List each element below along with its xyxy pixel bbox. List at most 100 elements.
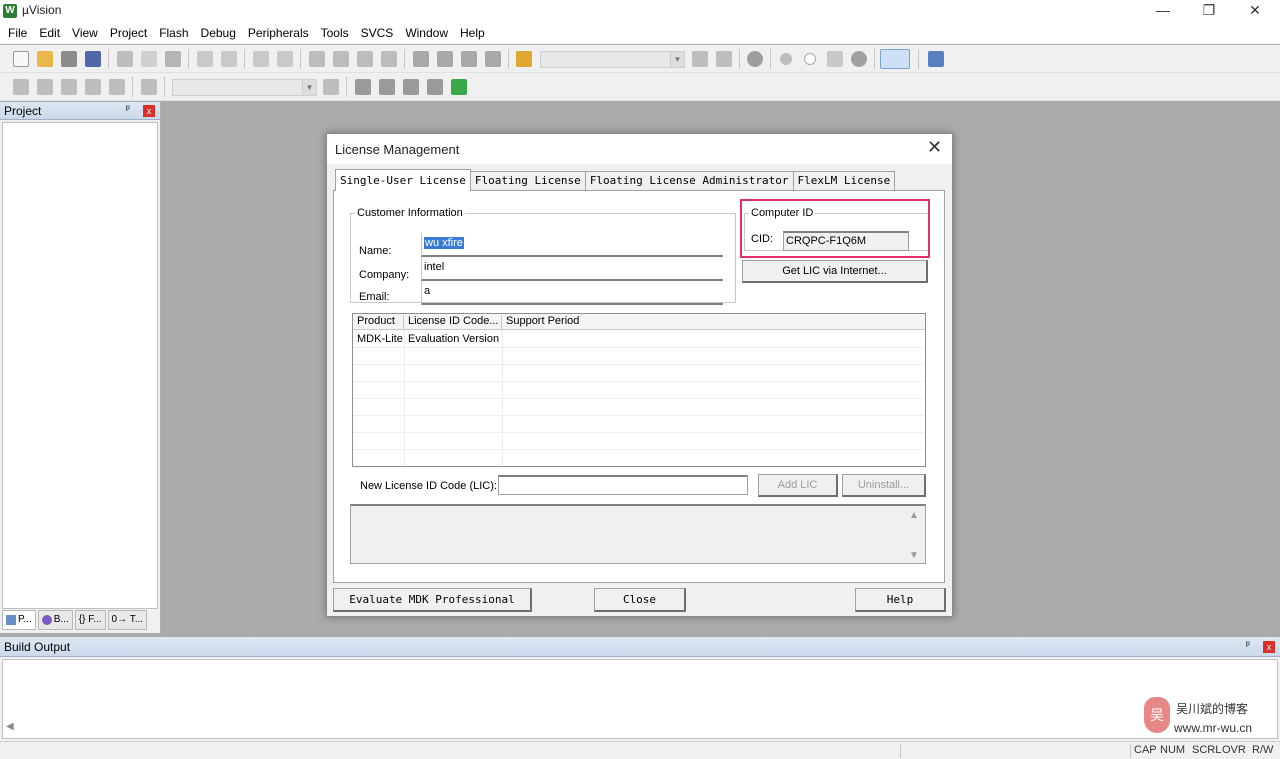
copy-icon[interactable] <box>141 51 157 67</box>
close-window-button[interactable]: ✕ <box>1232 0 1278 22</box>
incremental-find-icon[interactable] <box>716 51 732 67</box>
add-lic-button[interactable]: Add LIC <box>758 474 838 497</box>
pin-icon[interactable]: ᵖ <box>1246 640 1250 651</box>
uncomment-icon[interactable] <box>485 51 501 67</box>
tab-project[interactable]: P... <box>2 610 36 630</box>
project-panel: Project ᵖ x P... B... {} F... 0→ T... <box>0 102 161 633</box>
disable-breakpoint-icon[interactable] <box>804 53 816 65</box>
menu-file[interactable]: File <box>2 22 33 44</box>
prev-bookmark-icon[interactable] <box>333 51 349 67</box>
configure-wrench-icon[interactable] <box>928 51 944 67</box>
build-output-text[interactable] <box>2 659 1278 739</box>
manage-run-time-icon[interactable] <box>379 79 395 95</box>
translate-icon[interactable] <box>13 79 29 95</box>
target-options-icon[interactable] <box>323 79 339 95</box>
find-icon[interactable] <box>692 51 708 67</box>
navigate-back-icon[interactable] <box>253 51 269 67</box>
menu-peripherals[interactable]: Peripherals <box>242 22 315 44</box>
menu-tools[interactable]: Tools <box>315 22 355 44</box>
minimize-button[interactable]: — <box>1140 0 1186 22</box>
kill-breakpoints-icon[interactable] <box>851 51 867 67</box>
project-tree[interactable] <box>2 122 158 609</box>
tab-templates[interactable]: 0→ T... <box>107 610 148 630</box>
batch-build-icon[interactable] <box>85 79 101 95</box>
pack-installer-icon[interactable] <box>427 79 443 95</box>
indent-icon[interactable] <box>413 51 429 67</box>
cell-product: MDK-Lite <box>357 333 403 345</box>
stop-build-icon[interactable] <box>109 79 125 95</box>
tab-books[interactable]: B... <box>37 610 73 630</box>
status-bar: CAP NUM SCRL OVR R/W <box>0 741 1280 759</box>
undo-icon[interactable] <box>197 51 213 67</box>
rebuild-icon[interactable] <box>61 79 77 95</box>
column-license-id-code[interactable]: License ID Code... <box>404 315 502 330</box>
pin-icon[interactable]: ᵖ <box>126 104 130 115</box>
target-combobox[interactable]: ▼ <box>172 79 317 96</box>
dialog-title: License Management <box>335 142 460 157</box>
close-button[interactable]: Close <box>594 588 686 612</box>
project-panel-header: Project ᵖ x <box>0 102 160 120</box>
breakpoint-icon[interactable] <box>780 53 792 65</box>
find-in-files-icon[interactable] <box>516 51 532 67</box>
redo-icon[interactable] <box>221 51 237 67</box>
window-layout-dropdown-icon[interactable] <box>880 49 910 69</box>
find-combobox[interactable]: ▼ <box>540 51 685 68</box>
license-message-box[interactable]: ▲ ▼ <box>350 504 926 564</box>
toolbar-build: ▼ <box>0 73 1280 101</box>
menu-view[interactable]: View <box>66 22 104 44</box>
app-icon: W <box>3 4 17 18</box>
cut-icon[interactable] <box>117 51 133 67</box>
unindent-icon[interactable] <box>437 51 453 67</box>
evaluate-mdk-professional-button[interactable]: Evaluate MDK Professional <box>333 588 532 612</box>
menu-edit[interactable]: Edit <box>33 22 66 44</box>
navigate-forward-icon[interactable] <box>277 51 293 67</box>
get-lic-via-internet-button[interactable]: Get LIC via Internet... <box>742 260 928 283</box>
close-icon[interactable]: x <box>1263 641 1275 653</box>
company-field[interactable]: intel <box>421 257 723 281</box>
column-product[interactable]: Product <box>353 315 404 330</box>
tab-flexlm-license[interactable]: FlexLM License <box>792 171 896 190</box>
tab-floating-license[interactable]: Floating License <box>469 171 586 190</box>
tab-floating-license-admin[interactable]: Floating License Administrator <box>584 171 794 190</box>
save-all-icon[interactable] <box>85 51 101 67</box>
paste-icon[interactable] <box>165 51 181 67</box>
manage-project-icon[interactable] <box>355 79 371 95</box>
scroll-left-icon[interactable]: ◀ <box>6 721 14 732</box>
status-num: NUM <box>1160 744 1186 756</box>
new-license-id-input[interactable] <box>498 475 748 495</box>
clear-bookmarks-icon[interactable] <box>381 51 397 67</box>
debug-session-icon[interactable] <box>747 51 763 67</box>
bookmark-icon[interactable] <box>309 51 325 67</box>
download-icon[interactable] <box>141 79 157 95</box>
chevron-down-icon[interactable]: ▼ <box>302 80 316 95</box>
menu-help[interactable]: Help <box>454 22 491 44</box>
select-packs-icon[interactable] <box>403 79 419 95</box>
menu-svcs[interactable]: SVCS <box>355 22 400 44</box>
next-bookmark-icon[interactable] <box>357 51 373 67</box>
scroll-up-icon[interactable]: ▲ <box>909 510 919 521</box>
chevron-down-icon[interactable]: ▼ <box>670 52 684 67</box>
comment-icon[interactable] <box>461 51 477 67</box>
dialog-close-icon[interactable]: ✕ <box>927 137 942 158</box>
menu-flash[interactable]: Flash <box>153 22 194 44</box>
name-field[interactable]: wu xfire <box>421 233 723 257</box>
scroll-down-icon[interactable]: ▼ <box>909 550 919 561</box>
save-icon[interactable] <box>61 51 77 67</box>
new-file-icon[interactable] <box>13 51 29 67</box>
menu-window[interactable]: Window <box>399 22 454 44</box>
green-pack-icon[interactable] <box>451 79 467 95</box>
open-folder-icon[interactable] <box>37 51 53 67</box>
email-field[interactable]: a <box>421 281 723 305</box>
menu-project[interactable]: Project <box>104 22 153 44</box>
tab-functions[interactable]: {} F... <box>74 610 106 630</box>
build-output-panel: Build Output ᵖ x ◀ <box>0 637 1280 741</box>
column-support-period[interactable]: Support Period <box>502 315 925 330</box>
build-icon[interactable] <box>37 79 53 95</box>
help-button[interactable]: Help <box>855 588 946 612</box>
close-icon[interactable]: x <box>143 105 155 117</box>
uninstall-button[interactable]: Uninstall... <box>842 474 926 497</box>
menu-debug[interactable]: Debug <box>195 22 242 44</box>
maximize-button[interactable]: ❐ <box>1186 0 1232 22</box>
tab-single-user-license[interactable]: Single-User License <box>335 169 471 191</box>
disable-all-breakpoints-icon[interactable] <box>827 51 843 67</box>
